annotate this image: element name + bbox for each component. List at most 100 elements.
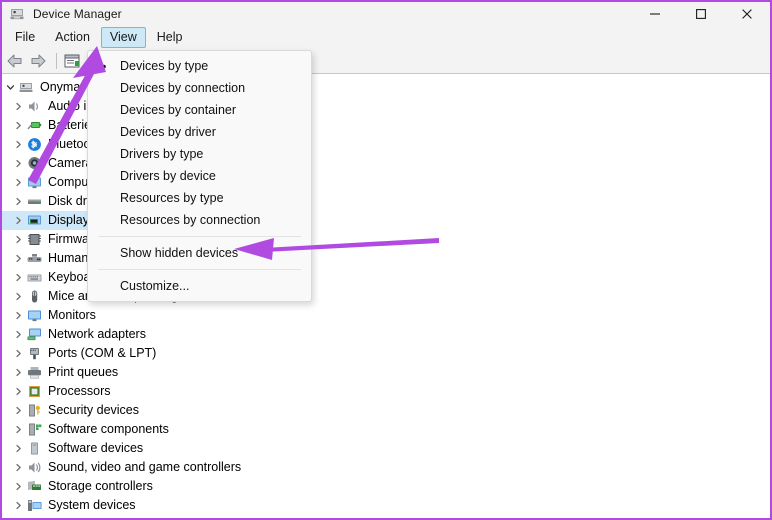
audio-icon (26, 98, 43, 115)
tree-item-storage-controllers[interactable]: Storage controllers (2, 477, 770, 496)
bluetooth-icon (26, 136, 43, 153)
chevron-right-icon[interactable] (10, 249, 26, 268)
toolbar-separator (56, 53, 57, 69)
tree-item-label: Monitors (48, 308, 96, 322)
menu-item-devices-by-container[interactable]: Devices by container (88, 99, 311, 121)
maximize-icon[interactable] (678, 2, 724, 26)
properties-icon[interactable] (62, 52, 82, 70)
tree-item-ports[interactable]: Ports (COM & LPT) (2, 344, 770, 363)
usb-icon (26, 516, 43, 518)
tree-item-usb-controllers[interactable]: Universal Serial Bus controllers (2, 515, 770, 518)
tree-item-security-devices[interactable]: Security devices (2, 401, 770, 420)
chevron-right-icon[interactable] (10, 401, 26, 420)
chevron-down-icon[interactable] (2, 78, 18, 97)
tree-item-label: Storage controllers (48, 479, 153, 493)
tree-item-label: Network adapters (48, 327, 146, 341)
menu-item-drivers-by-type[interactable]: Drivers by type (88, 143, 311, 165)
monitor-icon (26, 174, 43, 191)
tree-root-label: Onyma (40, 80, 81, 94)
window-controls (632, 2, 770, 26)
menu-item-label: Devices by driver (120, 125, 216, 139)
menu-item-devices-by-type[interactable]: • Devices by type (88, 55, 311, 77)
firmware-icon (26, 231, 43, 248)
menu-item-label: Show hidden devices (120, 246, 239, 260)
menu-item-show-hidden-devices[interactable]: Show hidden devices (88, 242, 311, 264)
menu-item-devices-by-connection[interactable]: Devices by connection (88, 77, 311, 99)
monitor-icon (26, 307, 43, 324)
tree-item-software-components[interactable]: Software components (2, 420, 770, 439)
software-device-icon (26, 440, 43, 457)
menu-item-label: Resources by type (120, 191, 224, 205)
tree-item-print-queues[interactable]: Print queues (2, 363, 770, 382)
menu-item-label: Devices by connection (120, 81, 246, 95)
menu-item-resources-by-type[interactable]: Resources by type (88, 187, 311, 209)
menu-help[interactable]: Help (148, 27, 192, 48)
chevron-right-icon[interactable] (10, 344, 26, 363)
tree-item-label: Software components (48, 422, 169, 436)
chevron-right-icon[interactable] (10, 496, 26, 515)
menu-bar: File Action View Help (2, 26, 770, 49)
chevron-right-icon[interactable] (10, 439, 26, 458)
chevron-right-icon[interactable] (10, 192, 26, 211)
computer-icon (18, 79, 35, 96)
menu-item-resources-by-connection[interactable]: Resources by connection (88, 209, 311, 231)
chevron-right-icon[interactable] (10, 173, 26, 192)
menu-separator (98, 236, 301, 237)
tree-item-processors[interactable]: Processors (2, 382, 770, 401)
tree-item-software-devices[interactable]: Software devices (2, 439, 770, 458)
security-icon (26, 402, 43, 419)
bullet-icon: • (101, 58, 107, 74)
tree-item-monitors[interactable]: Monitors (2, 306, 770, 325)
chevron-right-icon[interactable] (10, 154, 26, 173)
mouse-icon (26, 288, 43, 305)
menu-file[interactable]: File (6, 27, 44, 48)
chevron-right-icon[interactable] (10, 287, 26, 306)
minimize-icon[interactable] (632, 2, 678, 26)
tree-item-system-devices[interactable]: System devices (2, 496, 770, 515)
chevron-right-icon[interactable] (10, 382, 26, 401)
chevron-right-icon[interactable] (10, 230, 26, 249)
tree-item-sound-video-game-controllers[interactable]: Sound, video and game controllers (2, 458, 770, 477)
camera-icon (26, 155, 43, 172)
back-icon[interactable] (5, 52, 25, 70)
chevron-right-icon[interactable] (10, 116, 26, 135)
disk-icon (26, 193, 43, 210)
tree-item-label: Software devices (48, 441, 144, 455)
chevron-right-icon[interactable] (10, 97, 26, 116)
menu-item-label: Drivers by device (120, 169, 216, 183)
menu-item-drivers-by-device[interactable]: Drivers by device (88, 165, 311, 187)
port-icon (26, 345, 43, 362)
close-icon[interactable] (724, 2, 770, 26)
tree-item-label: Sound, video and game controllers (48, 460, 242, 474)
chevron-right-icon[interactable] (10, 325, 26, 344)
chevron-right-icon[interactable] (10, 306, 26, 325)
printer-icon (26, 364, 43, 381)
menu-separator (98, 269, 301, 270)
chevron-right-icon[interactable] (10, 268, 26, 287)
software-component-icon (26, 421, 43, 438)
network-icon (26, 326, 43, 343)
menu-item-devices-by-driver[interactable]: Devices by driver (88, 121, 311, 143)
processor-icon (26, 383, 43, 400)
chevron-right-icon[interactable] (10, 477, 26, 496)
chevron-right-icon[interactable] (10, 515, 26, 518)
chevron-right-icon[interactable] (10, 420, 26, 439)
menu-item-customize[interactable]: Customize... (88, 275, 311, 297)
device-manager-icon (9, 6, 25, 22)
tree-item-label: Ports (COM & LPT) (48, 346, 157, 360)
chevron-right-icon[interactable] (10, 211, 26, 230)
system-icon (26, 497, 43, 514)
chevron-right-icon[interactable] (10, 458, 26, 477)
chevron-right-icon[interactable] (10, 363, 26, 382)
forward-icon[interactable] (28, 52, 48, 70)
tree-item-network-adapters[interactable]: Network adapters (2, 325, 770, 344)
menu-item-label: Customize... (120, 279, 190, 293)
view-dropdown-menu[interactable]: • Devices by type Devices by connection … (87, 50, 312, 302)
tree-item-label: System devices (48, 498, 136, 512)
menu-view[interactable]: View (100, 27, 146, 48)
menu-action[interactable]: Action (46, 27, 99, 48)
keyboard-icon (26, 269, 43, 286)
menu-item-label: Drivers by type (120, 147, 204, 161)
tree-item-label: Universal Serial Bus controllers (48, 515, 222, 518)
chevron-right-icon[interactable] (10, 135, 26, 154)
